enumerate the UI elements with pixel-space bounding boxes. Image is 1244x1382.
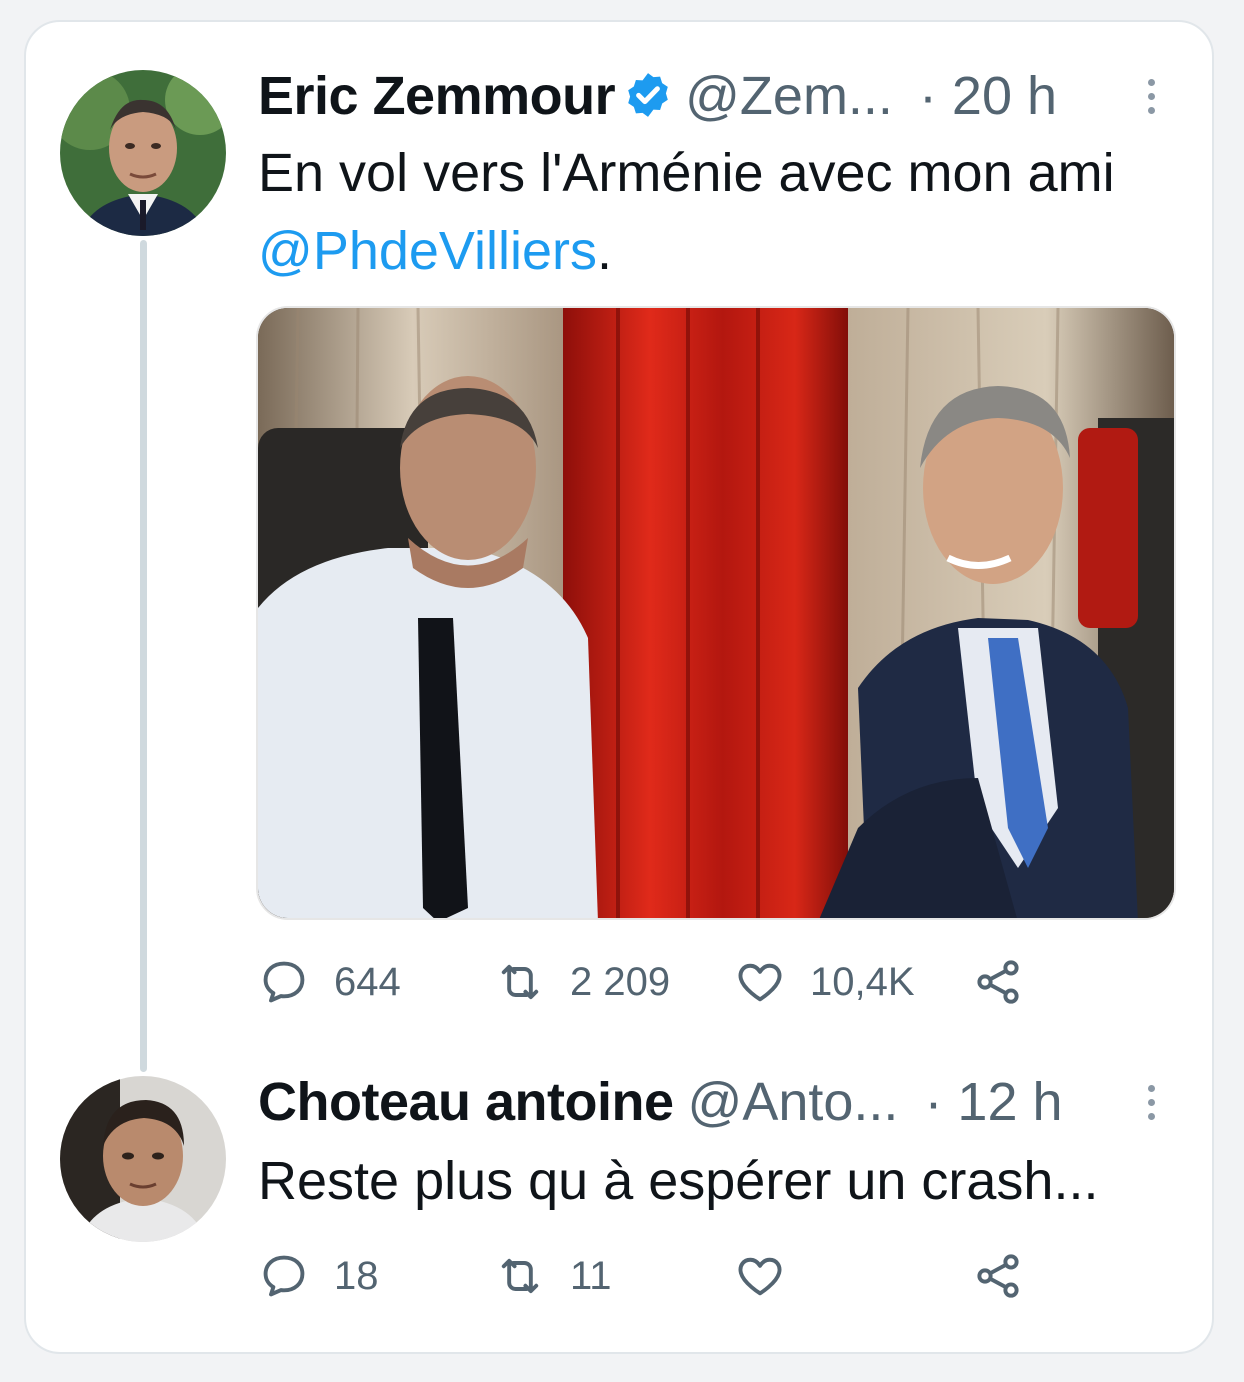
reply-share-action[interactable] [972,1246,1024,1306]
reply-like-action[interactable] [734,1246,810,1306]
reply-actions: 18 11 [258,1246,1058,1306]
tweet-header: Eric Zemmour @Zem... · 20 h [258,66,1158,126]
reply-author-handle[interactable]: @Anto... [688,1072,899,1132]
retweet-action[interactable]: 2 209 [494,952,670,1012]
tweet-text-end: . [596,221,612,281]
author-name[interactable]: Eric Zemmour [258,66,616,126]
tweet-text-body: En vol vers l'Arménie avec mon ami [258,143,1115,203]
author-avatar[interactable] [60,70,226,236]
tweet-actions: 644 2 209 10,4K [258,952,1058,1012]
retweet-icon [501,1258,539,1294]
heart-icon [738,1257,782,1296]
mention-link[interactable]: @PhdeVilliers [258,221,597,281]
share-icon [977,960,1019,1004]
reply-reply-action[interactable]: 18 [258,1246,379,1306]
more-options-icon[interactable] [1144,66,1158,126]
like-action[interactable]: 10,4K [734,952,915,1012]
tweet-timestamp[interactable]: · 20 h [919,66,1057,126]
tweet-photo[interactable] [256,306,1176,920]
share-action[interactable] [972,952,1024,1012]
tweet-text: En vol vers l'Arménie avec mon ami @Phde… [258,134,1158,290]
reply-action[interactable]: 644 [258,952,401,1012]
reply-retweet-count: 11 [570,1253,612,1298]
retweet-icon [501,964,539,1000]
reply-icon [263,1255,305,1297]
verified-badge-icon [628,73,668,117]
reply-icon [263,961,305,1003]
like-count: 10,4K [810,959,915,1004]
reply-retweet-action[interactable]: 11 [494,1246,612,1306]
reply-count: 644 [334,959,401,1004]
reply-header: Choteau antoine @Anto... · 12 h [258,1072,1158,1132]
reply-author-name[interactable]: Choteau antoine [258,1072,674,1132]
reply-reply-count: 18 [334,1253,379,1298]
reply-author-avatar[interactable] [60,1076,226,1242]
reply-timestamp[interactable]: · 12 h [924,1072,1062,1132]
heart-icon [738,963,782,1002]
reply-more-options-icon[interactable] [1144,1072,1158,1132]
retweet-count: 2 209 [570,959,671,1004]
reply-text: Reste plus qu à espérer un crash... [258,1151,1099,1211]
thread-connector-line [140,240,147,1072]
author-handle[interactable]: @Zem... [685,66,893,126]
share-icon [977,1254,1019,1298]
